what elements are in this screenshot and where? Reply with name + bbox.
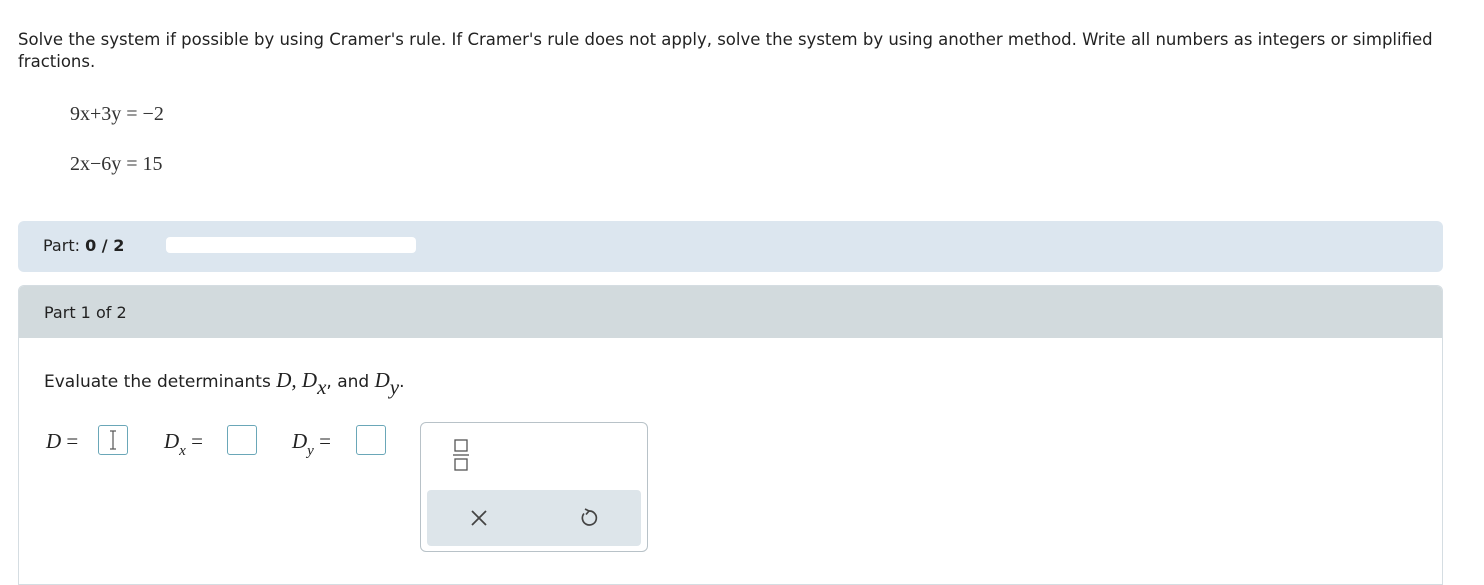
symbol-dy-sub: y [389, 375, 400, 399]
progress-track [166, 237, 416, 253]
progress-label: Part: 0 / 2 [43, 236, 124, 255]
equation-2: 2x−6y = 15 [70, 153, 163, 175]
dy-label: Dy = [292, 429, 331, 459]
progress-section: Part: 0 / 2 [18, 221, 1443, 272]
toolbar-actions [427, 490, 641, 546]
equation-1: 9x+3y = −2 [70, 103, 164, 125]
part-panel: Part 1 of 2 Evaluate the determinants D,… [18, 285, 1443, 585]
prompt: Evaluate the determinants D, Dx, and Dy. [44, 368, 405, 399]
text-cursor-icon [110, 430, 116, 450]
progress-label-text: Part: [43, 236, 80, 255]
instructions-text: Solve the system if possible by using Cr… [18, 30, 1433, 71]
symbol-d: D [276, 368, 292, 392]
d-input[interactable] [98, 425, 128, 455]
progress-value: 0 / 2 [85, 236, 125, 255]
part-header: Part 1 of 2 [19, 286, 1442, 338]
prompt-and: and [337, 372, 370, 392]
dx-label: Dx = [164, 429, 203, 459]
part-title: Part 1 of 2 [44, 303, 127, 322]
symbol-dy: D [374, 368, 390, 392]
undo-icon[interactable] [577, 506, 601, 530]
fraction-icon[interactable] [453, 438, 469, 472]
prompt-text: Evaluate the determinants [44, 372, 271, 392]
dx-input[interactable] [227, 425, 257, 455]
close-icon[interactable] [467, 506, 491, 530]
symbol-dx-sub: x [317, 375, 327, 399]
dy-input[interactable] [356, 425, 386, 455]
math-toolbar [420, 422, 648, 552]
symbol-dx: D [301, 368, 318, 392]
d-label: D = [46, 429, 79, 453]
